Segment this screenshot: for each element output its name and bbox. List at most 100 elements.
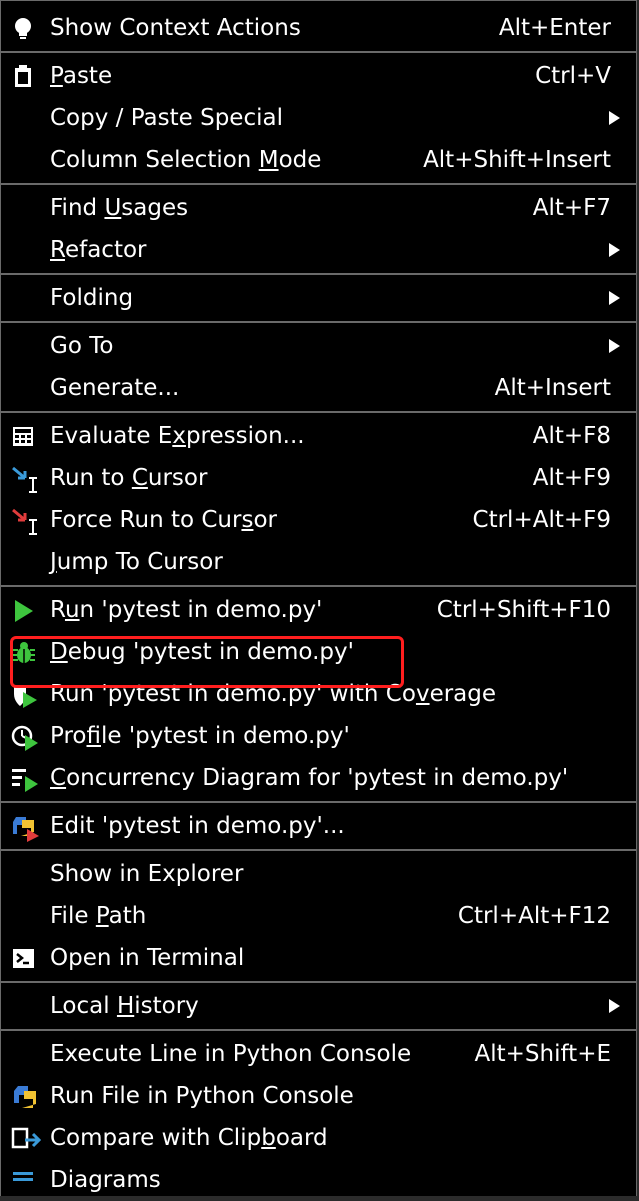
menu-item-jump-to-cursor[interactable]: Jump To Cursor bbox=[1, 541, 636, 583]
menu-item-diagrams[interactable]: Diagrams bbox=[1, 1159, 636, 1201]
menu-item-profile-pytest[interactable]: Profile 'pytest in demo.py' bbox=[1, 715, 636, 757]
submenu-arrow-icon bbox=[609, 291, 620, 305]
editor-context-menu: Show Context Actions Alt+Enter Paste Ctrl+V… bbox=[0, 0, 637, 1196]
mnemonic-letter: s bbox=[241, 507, 254, 533]
mnemonic-letter: U bbox=[104, 195, 122, 221]
menu-item-label: Edit 'pytest in demo.py'... bbox=[50, 813, 345, 839]
menu-separator bbox=[1, 585, 636, 587]
menu-item-label: Copy / Paste Special bbox=[50, 105, 283, 131]
menu-item-generate[interactable]: Generate... Alt+Insert bbox=[1, 367, 636, 409]
menu-item-concurrency-diagram[interactable]: Concurrency Diagram for 'pytest in demo.… bbox=[1, 757, 636, 799]
menu-item-label: Run to Cursor bbox=[50, 465, 208, 491]
menu-item-label: Run File in Python Console bbox=[50, 1083, 354, 1109]
menu-separator bbox=[1, 981, 636, 983]
menu-item-shortcut: Ctrl+V bbox=[535, 63, 611, 89]
menu-item-edit-run-config[interactable]: Edit 'pytest in demo.py'... bbox=[1, 805, 636, 847]
python-run-config-icon bbox=[11, 814, 39, 842]
run-icon bbox=[11, 598, 37, 622]
mnemonic-letter: C bbox=[131, 465, 148, 491]
menu-separator bbox=[1, 51, 636, 53]
menu-item-label: Column Selection Mode bbox=[50, 147, 322, 173]
menu-item-shortcut: Alt+F9 bbox=[532, 465, 611, 491]
menu-item-compare-with-clipboard[interactable]: Compare with Clipboard bbox=[1, 1117, 636, 1159]
mnemonic-letter: J bbox=[50, 549, 57, 575]
menu-item-go-to[interactable]: Go To bbox=[1, 325, 636, 367]
menu-item-open-in-terminal[interactable]: Open in Terminal bbox=[1, 937, 636, 979]
menu-item-run-to-cursor[interactable]: Run to Cursor Alt+F9 bbox=[1, 457, 636, 499]
menu-item-label: Diagrams bbox=[50, 1167, 161, 1193]
menu-item-label: Local History bbox=[50, 993, 199, 1019]
menu-item-label: Find Usages bbox=[50, 195, 189, 221]
calculator-icon bbox=[11, 424, 37, 448]
menu-item-label: Run 'pytest in demo.py' bbox=[50, 597, 323, 623]
menu-item-label: Show Context Actions bbox=[50, 15, 301, 41]
mnemonic-letter: R bbox=[50, 237, 65, 263]
menu-item-shortcut: Alt+F7 bbox=[532, 195, 611, 221]
menu-item-show-in-explorer[interactable]: Show in Explorer bbox=[1, 853, 636, 895]
diagrams-icon bbox=[11, 1168, 37, 1192]
mnemonic-letter: P bbox=[50, 63, 63, 89]
menu-separator bbox=[1, 411, 636, 413]
mnemonic-letter: u bbox=[64, 597, 80, 623]
force-run-to-cursor-icon bbox=[11, 508, 37, 535]
menu-item-execute-line-python-console[interactable]: Execute Line in Python Console Alt+Shift+… bbox=[1, 1033, 636, 1075]
mnemonic-letter: b bbox=[261, 1125, 276, 1151]
menu-item-evaluate-expression[interactable]: Evaluate Expression... Alt+F8 bbox=[1, 415, 636, 457]
menu-item-file-path[interactable]: File Path Ctrl+Alt+F12 bbox=[1, 895, 636, 937]
mnemonic-letter: v bbox=[415, 681, 430, 707]
menu-item-shortcut: Alt+F8 bbox=[532, 423, 611, 449]
lightbulb-icon bbox=[11, 16, 37, 40]
concurrency-diagram-icon bbox=[11, 766, 38, 792]
menu-item-label: Refactor bbox=[50, 237, 147, 263]
submenu-arrow-icon bbox=[609, 111, 620, 125]
menu-item-label: Concurrency Diagram for 'pytest in demo.… bbox=[50, 765, 569, 791]
submenu-arrow-icon bbox=[609, 999, 620, 1013]
menu-item-label: Execute Line in Python Console bbox=[50, 1041, 412, 1067]
submenu-arrow-icon bbox=[609, 243, 620, 257]
menu-separator bbox=[1, 273, 636, 275]
mnemonic-letter: x bbox=[172, 423, 186, 449]
menu-separator bbox=[1, 1029, 636, 1031]
terminal-icon bbox=[11, 946, 37, 970]
menu-item-label: Folding bbox=[50, 285, 134, 311]
menu-item-label: Jump To Cursor bbox=[50, 549, 223, 575]
compare-clipboard-icon bbox=[11, 1126, 41, 1150]
menu-item-folding[interactable]: Folding bbox=[1, 277, 636, 319]
menu-item-label: File Path bbox=[50, 903, 147, 929]
debug-highlight-box bbox=[10, 636, 404, 688]
clipboard-icon bbox=[11, 64, 37, 88]
mnemonic-letter: C bbox=[50, 765, 67, 791]
menu-item-label: Paste bbox=[50, 63, 113, 89]
menu-item-column-selection-mode[interactable]: Column Selection Mode Alt+Shift+Insert bbox=[1, 139, 636, 181]
menu-item-shortcut: Alt+Shift+Insert bbox=[423, 147, 611, 173]
menu-item-shortcut: Ctrl+Alt+F12 bbox=[457, 903, 611, 929]
menu-item-refactor[interactable]: Refactor bbox=[1, 229, 636, 271]
menu-item-shortcut: Alt+Shift+E bbox=[474, 1041, 612, 1067]
mnemonic-letter: f bbox=[86, 723, 102, 749]
menu-item-force-run-to-cursor[interactable]: Force Run to Cursor Ctrl+Alt+F9 bbox=[1, 499, 636, 541]
profiler-icon bbox=[11, 724, 38, 751]
menu-item-label: Open in Terminal bbox=[50, 945, 245, 971]
menu-item-paste[interactable]: Paste Ctrl+V bbox=[1, 55, 636, 97]
menu-item-find-usages[interactable]: Find Usages Alt+F7 bbox=[1, 187, 636, 229]
menu-separator bbox=[1, 183, 636, 185]
menu-item-shortcut: Ctrl+Alt+F9 bbox=[472, 507, 611, 533]
submenu-arrow-icon bbox=[609, 339, 620, 353]
mnemonic-letter: H bbox=[116, 993, 135, 1019]
menu-item-label: Compare with Clipboard bbox=[50, 1125, 328, 1151]
menu-item-label: Generate... bbox=[50, 375, 180, 401]
run-to-cursor-icon bbox=[11, 466, 37, 493]
menu-item-show-context-actions[interactable]: Show Context Actions Alt+Enter bbox=[1, 7, 636, 49]
menu-separator bbox=[1, 801, 636, 803]
menu-item-shortcut: Alt+Enter bbox=[498, 15, 611, 41]
menu-separator bbox=[1, 849, 636, 851]
menu-item-copy-paste-special[interactable]: Copy / Paste Special bbox=[1, 97, 636, 139]
menu-item-local-history[interactable]: Local History bbox=[1, 985, 636, 1027]
menu-item-run-file-python-console[interactable]: Run File in Python Console bbox=[1, 1075, 636, 1117]
mnemonic-letter: P bbox=[95, 903, 109, 929]
menu-item-label: Show in Explorer bbox=[50, 861, 244, 887]
menu-item-run-pytest[interactable]: Run 'pytest in demo.py' Ctrl+Shift+F10 bbox=[1, 589, 636, 631]
menu-item-shortcut: Ctrl+Shift+F10 bbox=[436, 597, 611, 623]
menu-separator bbox=[1, 321, 636, 323]
menu-item-shortcut: Alt+Insert bbox=[494, 375, 611, 401]
